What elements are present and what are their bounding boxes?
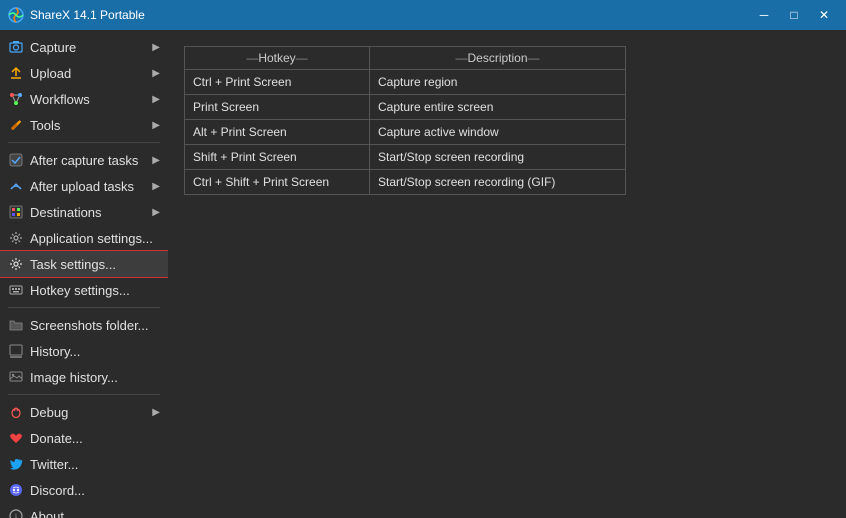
table-body: Ctrl + Print ScreenCapture regionPrint S… <box>185 70 625 194</box>
sidebar-item-debug[interactable]: Debug ▶ <box>0 399 168 425</box>
sidebar-item-task-settings[interactable]: Task settings... <box>0 251 168 277</box>
upload-label: Upload <box>30 66 146 81</box>
maximize-button[interactable]: □ <box>780 4 808 26</box>
upload-arrow: ▶ <box>152 68 160 79</box>
hotkey-table: —Hotkey— —Description— Ctrl + Print Scre… <box>184 46 626 195</box>
sidebar-item-twitter[interactable]: Twitter... <box>0 451 168 477</box>
capture-arrow: ▶ <box>152 42 160 53</box>
menu-separator <box>8 394 160 395</box>
table-row: Alt + Print ScreenCapture active window <box>185 120 625 145</box>
description-header-label: Description <box>467 51 527 65</box>
window-controls: ─ □ ✕ <box>750 4 838 26</box>
hotkey-cell: Shift + Print Screen <box>185 145 370 169</box>
history-label: History... <box>30 344 160 359</box>
hotkey-column-header: —Hotkey— <box>185 47 370 69</box>
discord-label: Discord... <box>30 483 160 498</box>
description-column-header: —Description— <box>370 47 625 69</box>
description-cell: Capture active window <box>370 120 625 144</box>
destinations-arrow: ▶ <box>152 207 160 218</box>
discord-icon <box>8 482 24 498</box>
destinations-label: Destinations <box>30 205 146 220</box>
close-button[interactable]: ✕ <box>810 4 838 26</box>
sidebar-item-tools[interactable]: Tools ▶ <box>0 112 168 138</box>
app-settings-icon <box>8 230 24 246</box>
content-area: —Hotkey— —Description— Ctrl + Print Scre… <box>168 30 846 518</box>
menu-separator <box>8 142 160 143</box>
sidebar-item-history[interactable]: History... <box>0 338 168 364</box>
donate-icon <box>8 430 24 446</box>
table-header: —Hotkey— —Description— <box>185 47 625 70</box>
app-settings-label: Application settings... <box>30 231 160 246</box>
after-upload-label: After upload tasks <box>30 179 146 194</box>
after-capture-arrow: ▶ <box>152 155 160 166</box>
main-content: Capture▶Upload▶Workflows▶Tools▶After cap… <box>0 30 846 518</box>
destinations-icon <box>8 204 24 220</box>
capture-label: Capture <box>30 40 146 55</box>
hotkey-settings-icon <box>8 282 24 298</box>
sidebar-item-app-settings[interactable]: Application settings... <box>0 225 168 251</box>
description-cell: Start/Stop screen recording <box>370 145 625 169</box>
twitter-icon <box>8 456 24 472</box>
workflows-arrow: ▶ <box>152 94 160 105</box>
sidebar-item-capture[interactable]: Capture ▶ <box>0 34 168 60</box>
screenshots-folder-label: Screenshots folder... <box>30 318 160 333</box>
sidebar-item-hotkey-settings[interactable]: Hotkey settings... <box>0 277 168 303</box>
workflows-label: Workflows <box>30 92 146 107</box>
history-icon <box>8 343 24 359</box>
table-row: Print ScreenCapture entire screen <box>185 95 625 120</box>
hotkey-header-label: Hotkey <box>258 51 295 65</box>
tools-icon <box>8 117 24 133</box>
menu-separator <box>8 307 160 308</box>
sidebar-item-destinations[interactable]: Destinations ▶ <box>0 199 168 225</box>
hotkey-cell: Ctrl + Print Screen <box>185 70 370 94</box>
image-history-label: Image history... <box>30 370 160 385</box>
screenshots-folder-icon <box>8 317 24 333</box>
sidebar-item-upload[interactable]: Upload ▶ <box>0 60 168 86</box>
sidebar-item-after-capture[interactable]: After capture tasks ▶ <box>0 147 168 173</box>
window-title: ShareX 14.1 Portable <box>30 8 145 22</box>
hotkey-settings-label: Hotkey settings... <box>30 283 160 298</box>
after-upload-arrow: ▶ <box>152 181 160 192</box>
table-row: Ctrl + Shift + Print ScreenStart/Stop sc… <box>185 170 625 194</box>
upload-icon <box>8 65 24 81</box>
sidebar-item-donate[interactable]: Donate... <box>0 425 168 451</box>
after-capture-label: After capture tasks <box>30 153 146 168</box>
table-row: Ctrl + Print ScreenCapture region <box>185 70 625 95</box>
image-history-icon <box>8 369 24 385</box>
sidebar-item-screenshots-folder[interactable]: Screenshots folder... <box>0 312 168 338</box>
sidebar-item-about[interactable]: i About . <box>0 503 168 518</box>
after-capture-icon <box>8 152 24 168</box>
task-settings-label: Task settings... <box>30 257 160 272</box>
description-cell: Start/Stop screen recording (GIF) <box>370 170 625 194</box>
sidebar-item-after-upload[interactable]: After upload tasks ▶ <box>0 173 168 199</box>
sidebar-item-image-history[interactable]: Image history... <box>0 364 168 390</box>
hotkey-cell: Print Screen <box>185 95 370 119</box>
donate-label: Donate... <box>30 431 160 446</box>
minimize-button[interactable]: ─ <box>750 4 778 26</box>
app-icon <box>8 7 24 23</box>
capture-icon <box>8 39 24 55</box>
debug-label: Debug <box>30 405 146 420</box>
description-cell: Capture region <box>370 70 625 94</box>
hotkey-cell: Ctrl + Shift + Print Screen <box>185 170 370 194</box>
title-bar-left: ShareX 14.1 Portable <box>8 7 145 23</box>
debug-icon <box>8 404 24 420</box>
sidebar: Capture▶Upload▶Workflows▶Tools▶After cap… <box>0 30 168 518</box>
workflows-icon <box>8 91 24 107</box>
about-icon: i <box>8 508 24 518</box>
task-settings-icon <box>8 256 24 272</box>
svg-text:i: i <box>15 512 18 518</box>
title-bar: ShareX 14.1 Portable ─ □ ✕ <box>0 0 846 30</box>
sidebar-item-discord[interactable]: Discord... <box>0 477 168 503</box>
twitter-label: Twitter... <box>30 457 160 472</box>
debug-arrow: ▶ <box>152 407 160 418</box>
table-row: Shift + Print ScreenStart/Stop screen re… <box>185 145 625 170</box>
sidebar-item-workflows[interactable]: Workflows ▶ <box>0 86 168 112</box>
tools-label: Tools <box>30 118 146 133</box>
tools-arrow: ▶ <box>152 120 160 131</box>
after-upload-icon <box>8 178 24 194</box>
hotkey-cell: Alt + Print Screen <box>185 120 370 144</box>
about-label: About . <box>30 509 160 518</box>
description-cell: Capture entire screen <box>370 95 625 119</box>
